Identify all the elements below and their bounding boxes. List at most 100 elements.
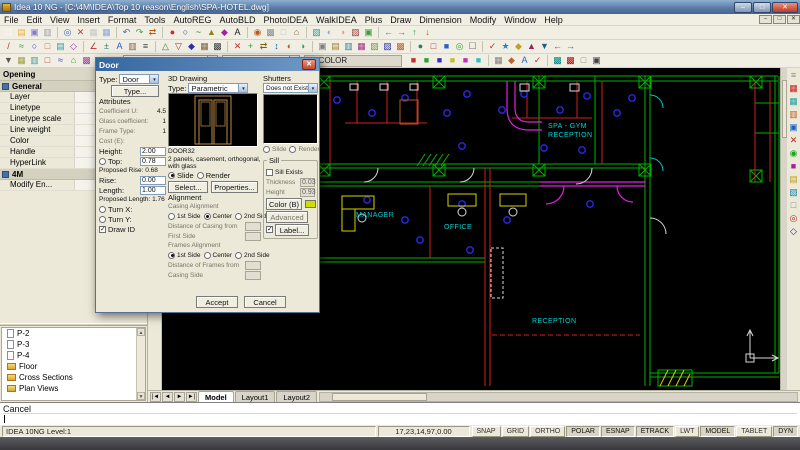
toolbar-icon[interactable]: ◑: [336, 26, 349, 39]
menu-item-autobld[interactable]: AutoBLD: [215, 14, 259, 26]
toolbar-icon[interactable]: ◎: [61, 26, 74, 39]
toolbar-icon[interactable]: ▤: [54, 40, 67, 53]
chevron-down-icon[interactable]: ▼: [238, 84, 247, 92]
menu-item-walkidea[interactable]: WalkIDEA: [312, 14, 361, 26]
tab-nav-prev-icon[interactable]: ◄: [162, 392, 173, 402]
status-toggle-ortho[interactable]: ORTHO: [530, 426, 565, 437]
radio-icon[interactable]: [99, 216, 106, 223]
toolbar-icon[interactable]: ≡: [788, 69, 800, 82]
checkbox-icon[interactable]: [266, 226, 273, 233]
toolbar-icon[interactable]: ▽: [172, 40, 185, 53]
toolbar-icon[interactable]: ✕: [788, 134, 800, 147]
toolbar-icon[interactable]: +: [244, 40, 257, 53]
toolbar-icon[interactable]: □: [788, 199, 800, 212]
toolbar-icon[interactable]: ◉: [788, 147, 800, 160]
mdi-close-icon[interactable]: ✕: [787, 15, 800, 24]
radio-icon[interactable]: [263, 146, 270, 153]
radio-2nd-side[interactable]: 2nd Side: [235, 252, 270, 259]
checkbox-icon[interactable]: [266, 169, 273, 176]
menu-item-help[interactable]: Help: [540, 14, 567, 26]
toolbar-icon[interactable]: ▤: [329, 40, 342, 53]
toolbar-icon[interactable]: ▦: [87, 26, 100, 39]
toolbar-icon[interactable]: □: [277, 26, 290, 39]
canvas-horizontal-scrollbar[interactable]: [319, 392, 798, 402]
radio-1st-side[interactable]: 1st Side: [168, 252, 201, 259]
toolbar-icon[interactable]: ↶: [120, 26, 133, 39]
toolbar-icon[interactable]: /: [2, 40, 15, 53]
menu-item-insert[interactable]: Insert: [73, 14, 104, 26]
toolbar-icon[interactable]: ≡: [139, 40, 152, 53]
toolbar-icon[interactable]: ▩: [211, 40, 224, 53]
status-toggle-tablet[interactable]: TABLET: [736, 426, 772, 437]
properties-button[interactable]: Properties...: [211, 181, 258, 193]
toolbar-icon[interactable]: ▲: [525, 40, 538, 53]
toolbar-icon[interactable]: ◆: [505, 54, 518, 67]
sill-height-field[interactable]: 0.93: [300, 188, 315, 197]
toolbar-icon[interactable]: ⌂: [67, 54, 80, 67]
scroll-up-icon[interactable]: ▲: [137, 328, 145, 336]
dialog-title-bar[interactable]: Door ✕: [96, 58, 319, 71]
toolbar-icon[interactable]: ◆: [512, 40, 525, 53]
toolbar-icon[interactable]: ▦: [355, 40, 368, 53]
toolbar-icon[interactable]: ▦: [788, 82, 800, 95]
rise-field[interactable]: 0.00: [140, 176, 166, 185]
select-button[interactable]: Select...: [168, 181, 208, 193]
scrollbar-thumb[interactable]: [332, 393, 427, 401]
menu-item-edit[interactable]: Edit: [23, 14, 47, 26]
scroll-down-icon[interactable]: ▼: [137, 392, 145, 400]
tab-nav-last-icon[interactable]: ►|: [186, 392, 197, 402]
tree-scrollbar[interactable]: ▲ ▼: [136, 328, 145, 400]
toolbar-icon[interactable]: ▩: [80, 54, 93, 67]
toolbar-icon[interactable]: ▧: [310, 26, 323, 39]
close-icon[interactable]: ✕: [772, 2, 798, 13]
color-b-button[interactable]: Color (B): [266, 198, 302, 210]
toolbar-icon[interactable]: ▩: [551, 54, 564, 67]
tree-item-floor[interactable]: Floor: [2, 361, 145, 372]
toolbar-icon[interactable]: ☐: [466, 40, 479, 53]
3d-type-combo[interactable]: Parametric▼: [188, 83, 248, 93]
menu-item-draw[interactable]: Draw: [386, 14, 415, 26]
toolbar-icon[interactable]: ■: [788, 160, 800, 173]
toolbar-icon[interactable]: ◎: [453, 40, 466, 53]
toolbar-icon[interactable]: ▥: [788, 108, 800, 121]
distance-frames-field[interactable]: [245, 261, 261, 270]
toolbar-icon[interactable]: ↑: [408, 26, 421, 39]
toolbar-icon[interactable]: ○: [28, 40, 41, 53]
toolbar-icon[interactable]: ∠: [87, 40, 100, 53]
toolbar-icon[interactable]: ▥: [41, 26, 54, 39]
door-type-combo[interactable]: Door▼: [119, 74, 159, 84]
status-toggle-lwt[interactable]: LWT: [675, 426, 699, 437]
toolbar-icon[interactable]: ◆: [218, 26, 231, 39]
tab-layout2[interactable]: Layout2: [276, 391, 317, 402]
toolbar-icon[interactable]: ▣: [362, 26, 375, 39]
toolbar-icon[interactable]: ■: [420, 54, 433, 67]
menu-item-autoreg[interactable]: AutoREG: [169, 14, 215, 26]
menu-item-plus[interactable]: Plus: [361, 14, 387, 26]
toolbar-icon[interactable]: A: [518, 54, 531, 67]
tree-item-p-2[interactable]: P-2: [2, 328, 145, 339]
status-toggle-dyn[interactable]: DYN: [773, 426, 798, 437]
toolbar-icon[interactable]: ■: [472, 54, 485, 67]
tree-item-cross-sections[interactable]: Cross Sections: [2, 372, 145, 383]
toolbar-icon[interactable]: ⌂: [290, 26, 303, 39]
tab-layout1[interactable]: Layout1: [235, 391, 276, 402]
tree-item-p-3[interactable]: P-3: [2, 339, 145, 350]
toolbar-icon[interactable]: ▩: [564, 54, 577, 67]
toolbar-icon[interactable]: ▦: [788, 95, 800, 108]
toolbar-icon[interactable]: ▲: [205, 26, 218, 39]
toolbar-icon[interactable]: ▧: [788, 186, 800, 199]
toolbar-icon[interactable]: ⇄: [146, 26, 159, 39]
toolbar-icon[interactable]: A: [231, 26, 244, 39]
menu-item-photoidea[interactable]: PhotoIDEA: [260, 14, 313, 26]
label-button[interactable]: Label...: [275, 224, 309, 236]
toolbar-icon[interactable]: ●: [414, 40, 427, 53]
toolbar-icon[interactable]: ◐: [283, 40, 296, 53]
toolbar-icon[interactable]: △: [159, 40, 172, 53]
menu-item-format[interactable]: Format: [104, 14, 141, 26]
toolbar-icon[interactable]: ↕: [270, 40, 283, 53]
menu-item-tools[interactable]: Tools: [140, 14, 169, 26]
toolbar-icon[interactable]: ▦: [492, 54, 505, 67]
toolbar-icon[interactable]: ▨: [349, 26, 362, 39]
scrollbar-thumb[interactable]: [782, 80, 787, 138]
toolbar-icon[interactable]: ▥: [342, 40, 355, 53]
